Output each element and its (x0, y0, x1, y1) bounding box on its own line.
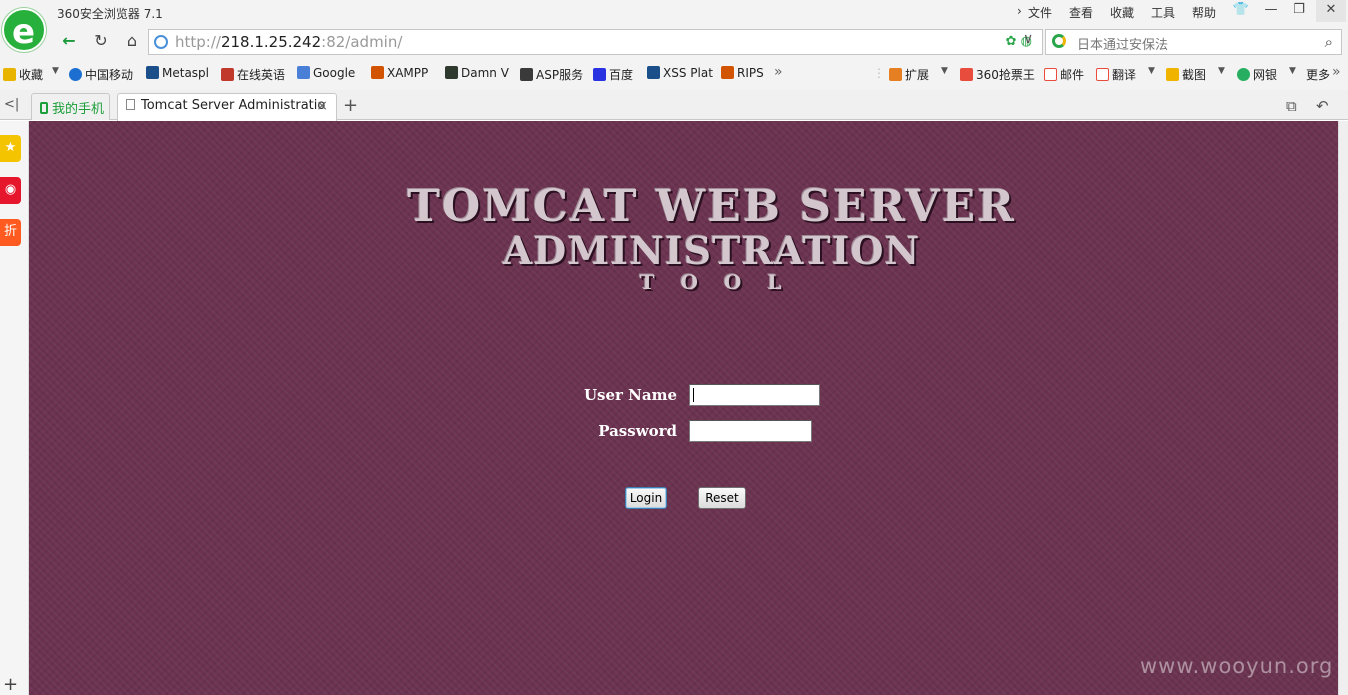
toolbar-more[interactable]: 更多 (1306, 66, 1330, 83)
favorites-star-icon[interactable]: ★ (0, 135, 21, 162)
chevron-down-icon[interactable]: ▼ (52, 66, 59, 76)
watermark: www.wooyun.org (1140, 654, 1334, 678)
skin-icon[interactable]: 👕 (1226, 0, 1256, 22)
menu-file[interactable]: 文件 (1028, 4, 1052, 21)
xampp-icon (371, 66, 384, 79)
toolbar-mail[interactable]: 邮件 (1044, 66, 1084, 83)
rips-icon (721, 66, 734, 79)
bookmark-china-mobile[interactable]: 中国移动 (69, 66, 133, 83)
bookmark-online-english[interactable]: 在线英语 (221, 66, 285, 83)
undo-close-icon[interactable]: ↶ (1316, 97, 1329, 115)
app-title: 360安全浏览器 7.1 (57, 7, 163, 21)
close-window-button[interactable]: ✕ (1316, 0, 1346, 22)
bookmark-baidu[interactable]: 百度 (593, 66, 633, 83)
dvwa-icon (445, 66, 458, 79)
maximize-button[interactable]: ❐ (1284, 0, 1314, 22)
ticket-icon (960, 68, 973, 81)
toolbar-ticket-grabber[interactable]: 360抢票王 (960, 66, 1035, 83)
more-tools-icon[interactable]: » (1332, 64, 1341, 80)
phone-icon (40, 102, 48, 114)
title-bar: 360安全浏览器 7.1 › 文件 查看 收藏 工具 帮助 👕 — ❐ ✕ (0, 0, 1348, 26)
page-content: TOMCAT WEB SERVER ADMINISTRATION TOOL Us… (29, 121, 1338, 695)
google-translate-icon (297, 66, 310, 79)
password-label: Password (598, 422, 677, 440)
bookmark-google[interactable]: Google (297, 66, 355, 80)
url-dropdown-icon[interactable]: ∨ (1023, 31, 1033, 47)
tab-my-phone[interactable]: 我的手机 (31, 93, 110, 120)
toolbar-screenshot[interactable]: 截图 (1166, 66, 1206, 83)
discount-icon[interactable]: 折 (0, 219, 21, 246)
toolbar-divider: ⋮ (873, 66, 885, 80)
browser-logo-icon[interactable]: e (2, 8, 46, 52)
translate-icon (1096, 68, 1109, 81)
tab-tomcat-admin[interactable]: Tomcat Server Administratio × (117, 93, 337, 121)
tab-scroll-left-icon[interactable]: <| (4, 97, 19, 112)
bookmark-xss-plat[interactable]: XSS Plat (647, 66, 713, 80)
tomcat-logo-line3: TOOL (639, 270, 808, 294)
left-sidebar (0, 121, 29, 695)
menu-view[interactable]: 查看 (1069, 4, 1093, 21)
chevron-down-icon[interactable]: ▼ (941, 66, 948, 76)
login-button[interactable]: Login (625, 487, 667, 509)
toolbar-extensions[interactable]: 扩展 (889, 66, 929, 83)
bookmark-xampp[interactable]: XAMPP (371, 66, 428, 80)
xss-icon (647, 66, 660, 79)
globe-icon (154, 35, 168, 49)
chevron-down-icon[interactable]: ▼ (1148, 66, 1155, 76)
tomcat-logo-line2: ADMINISTRATION (502, 228, 921, 273)
bookmark-asp-service[interactable]: ASP服务 (520, 66, 583, 83)
favorites-icon (3, 68, 16, 81)
bank-shield-icon (1237, 68, 1250, 81)
search-engine-icon[interactable] (1052, 34, 1066, 48)
english-icon (221, 68, 234, 81)
username-label: User Name (583, 386, 677, 404)
mail-icon (1044, 68, 1057, 81)
bookmark-rips[interactable]: RIPS (721, 66, 764, 80)
home-icon[interactable]: ⌂ (117, 30, 147, 54)
asp-icon (520, 68, 533, 81)
menu-help[interactable]: 帮助 (1192, 4, 1216, 21)
menu-arrow-icon[interactable]: › (1017, 4, 1022, 18)
toolbar-translate[interactable]: 翻译 (1096, 66, 1136, 83)
baidu-paw-icon (593, 68, 606, 81)
username-input[interactable] (689, 384, 820, 406)
extensions-icon (889, 68, 902, 81)
search-icon[interactable]: ⌕ (1325, 33, 1333, 51)
bookmark-metasploit[interactable]: Metaspl (146, 66, 209, 80)
weibo-icon[interactable]: ◉ (0, 177, 21, 204)
sidebar-add-icon[interactable]: + (3, 674, 18, 695)
chevron-down-icon[interactable]: ▼ (1289, 66, 1296, 76)
password-input[interactable] (689, 420, 812, 442)
text-cursor (693, 388, 694, 402)
refresh-icon[interactable]: ↻ (86, 30, 116, 54)
reset-button[interactable]: Reset (698, 487, 746, 509)
tomcat-logo-line1: TOMCAT WEB SERVER (407, 181, 1016, 232)
toolbar-online-banking[interactable]: 网银 (1237, 66, 1277, 83)
new-tab-button[interactable]: + (343, 95, 358, 116)
search-box[interactable]: 日本通过安保法 ⌕ (1045, 29, 1342, 55)
bookmark-favorites[interactable]: 收藏 (3, 66, 43, 83)
back-arrow-icon[interactable]: ← (54, 30, 84, 54)
scissors-icon (1166, 68, 1179, 81)
more-bookmarks-icon[interactable]: » (774, 64, 783, 80)
page-icon (126, 99, 135, 110)
bookmark-damn-v[interactable]: Damn V (445, 66, 509, 80)
close-tab-icon[interactable]: × (316, 98, 328, 114)
china-mobile-icon (69, 68, 82, 81)
search-input[interactable]: 日本通过安保法 (1077, 34, 1168, 53)
chevron-down-icon[interactable]: ▼ (1218, 66, 1225, 76)
metasploit-icon (146, 66, 159, 79)
menu-favorites[interactable]: 收藏 (1110, 4, 1134, 21)
vertical-scrollbar[interactable] (1338, 121, 1348, 695)
menu-tools[interactable]: 工具 (1151, 4, 1175, 21)
minimize-button[interactable]: — (1256, 0, 1286, 22)
address-bar[interactable]: http://218.1.25.242:82/admin/ ✿ ◍ (148, 29, 1043, 55)
restore-tabs-icon[interactable]: ⧉ (1286, 97, 1297, 115)
url-text[interactable]: http://218.1.25.242:82/admin/ (175, 33, 402, 51)
